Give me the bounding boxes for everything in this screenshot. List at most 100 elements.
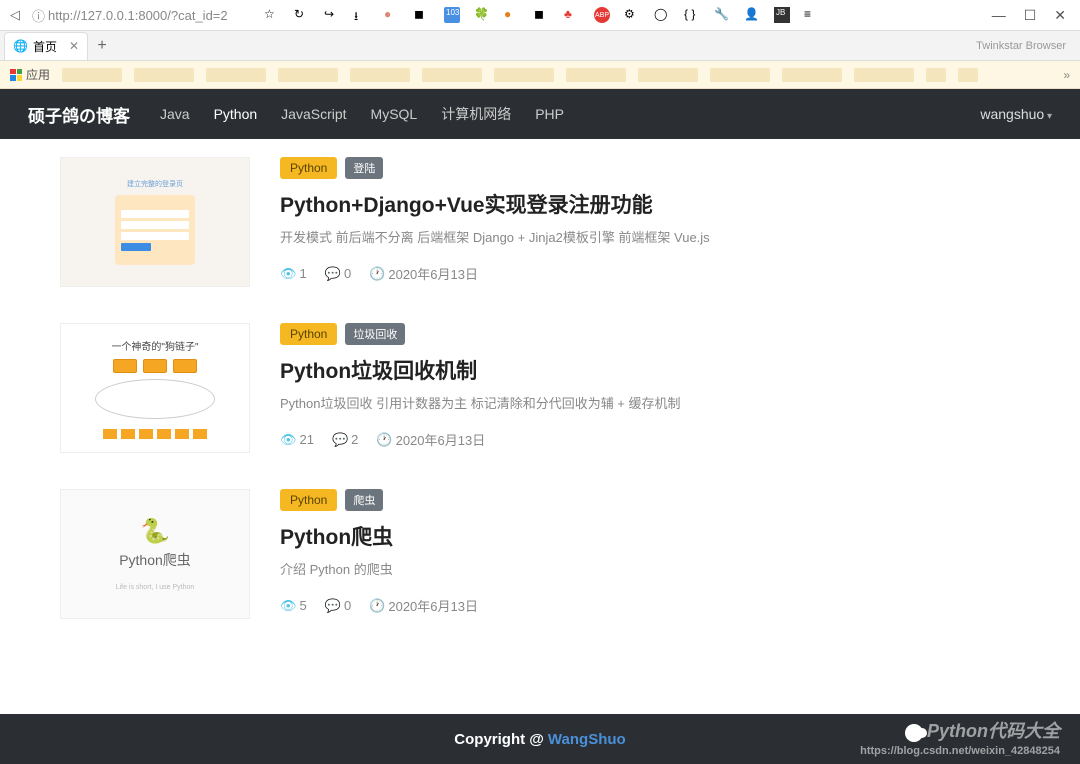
nav-python[interactable]: Python: [202, 106, 270, 122]
views-icon: 👁: [280, 432, 297, 448]
ext-icon[interactable]: JB: [774, 7, 790, 23]
globe-icon: 🌐: [13, 39, 28, 53]
star-icon[interactable]: ☆: [264, 7, 280, 23]
bookmark-item[interactable]: [134, 68, 194, 82]
comments-icon: 💬: [332, 432, 348, 448]
minimize-icon[interactable]: —: [992, 7, 1006, 24]
url-text: http://127.0.0.1:8000/?cat_id=2: [48, 8, 228, 23]
tab-title: 首页: [33, 38, 57, 55]
post-date: 2020年6月13日: [388, 264, 478, 283]
url-bar[interactable]: ⓘ http://127.0.0.1:8000/?cat_id=2: [28, 4, 256, 26]
bookmark-item[interactable]: [350, 68, 410, 82]
site-brand[interactable]: 硕子鸽の博客: [28, 102, 130, 127]
post-meta: 👁21 💬2 🕐2020年6月13日: [280, 430, 1020, 449]
views-count: 5: [300, 598, 307, 613]
ext-icon[interactable]: ●: [384, 7, 400, 23]
browser-toolbar: ◁ ⓘ http://127.0.0.1:8000/?cat_id=2 ☆ ↻ …: [0, 0, 1080, 31]
forward-icon[interactable]: ↪: [324, 7, 340, 23]
ext-icon[interactable]: 🍀: [474, 7, 490, 23]
ext-icon[interactable]: 103: [444, 7, 460, 23]
post-meta: 👁5 💬0 🕐2020年6月13日: [280, 596, 1020, 615]
bookmark-item[interactable]: [62, 68, 122, 82]
bookmark-item[interactable]: [926, 68, 946, 82]
comments-count: 0: [344, 266, 351, 281]
browser-branding: Twinkstar Browser: [976, 40, 1080, 52]
category-tag[interactable]: Python: [280, 323, 337, 345]
bookmark-item[interactable]: [494, 68, 554, 82]
bookmark-item[interactable]: [566, 68, 626, 82]
post-description: 介绍 Python 的爬虫: [280, 559, 1020, 578]
date-icon: 🕐: [369, 598, 385, 614]
maximize-icon[interactable]: ☐: [1024, 7, 1037, 24]
copyright-text: Copyright @: [454, 731, 544, 748]
bookmark-item[interactable]: [422, 68, 482, 82]
post-meta: 👁1 💬0 🕐2020年6月13日: [280, 264, 1020, 283]
download-icon[interactable]: ⭳: [354, 7, 370, 23]
post-title[interactable]: Python+Django+Vue实现登录注册功能: [280, 189, 1020, 219]
post-body: Python 垃圾回收 Python垃圾回收机制 Python垃圾回收 引用计数…: [280, 323, 1020, 453]
bookmark-item[interactable]: [854, 68, 914, 82]
apps-button[interactable]: 应用: [10, 66, 50, 83]
tab-strip: 🌐 首页 ✕ + Twinkstar Browser: [0, 31, 1080, 61]
ext-icon[interactable]: ◯: [654, 7, 670, 23]
post-title[interactable]: Python爬虫: [280, 521, 1020, 551]
bookmark-item[interactable]: [206, 68, 266, 82]
post-item: 🐍 Python爬虫 Life is short, I use Python P…: [0, 471, 1080, 637]
browser-tab[interactable]: 🌐 首页 ✕: [4, 32, 88, 60]
bookmark-item[interactable]: [782, 68, 842, 82]
views-count: 1: [300, 266, 307, 281]
ext-icon[interactable]: ◼: [534, 7, 550, 23]
ext-icon[interactable]: ⚙: [624, 7, 640, 23]
post-thumbnail[interactable]: 🐍 Python爬虫 Life is short, I use Python: [60, 489, 250, 619]
new-tab-button[interactable]: +: [88, 37, 116, 55]
site-footer: Copyright @ WangShuo Python代码大全 https://…: [0, 714, 1080, 764]
post-thumbnail[interactable]: 建立完整的登录页: [60, 157, 250, 287]
menu-icon[interactable]: ≡: [804, 7, 820, 23]
bookmark-item[interactable]: [710, 68, 770, 82]
ext-icon[interactable]: 👤: [744, 7, 760, 23]
bookmarks-overflow-icon[interactable]: »: [1063, 68, 1070, 82]
post-title[interactable]: Python垃圾回收机制: [280, 355, 1020, 385]
nav-mysql[interactable]: MySQL: [359, 106, 430, 122]
adblock-icon[interactable]: ABP: [594, 7, 610, 23]
bookmark-item[interactable]: [638, 68, 698, 82]
post-thumbnail[interactable]: 一个神奇的"狗链子": [60, 323, 250, 453]
python-logo-icon: 🐍: [140, 517, 170, 546]
watermark: Python代码大全 https://blog.csdn.net/weixin_…: [860, 720, 1060, 758]
toolbar-icons: ☆ ↻ ↪ ⭳ ● ◼ 103 🍀 ● ◼ ♣ ABP ⚙ ◯ { } 🔧 👤 …: [260, 7, 824, 23]
ext-icon[interactable]: ◼: [414, 7, 430, 23]
ext-icon[interactable]: 🔧: [714, 7, 730, 23]
tab-close-icon[interactable]: ✕: [69, 39, 79, 53]
refresh-icon[interactable]: ↻: [294, 7, 310, 23]
post-item: 一个神奇的"狗链子" Python 垃圾回收 Python垃圾回收机制 Pyth…: [0, 305, 1080, 471]
sub-tag[interactable]: 爬虫: [345, 489, 383, 511]
bookmark-item[interactable]: [278, 68, 338, 82]
nav-javascript[interactable]: JavaScript: [269, 106, 358, 122]
bookmark-item[interactable]: [958, 68, 978, 82]
ext-icon[interactable]: ●: [504, 7, 520, 23]
nav-php[interactable]: PHP: [523, 106, 576, 122]
nav-network[interactable]: 计算机网络: [429, 104, 523, 124]
close-icon[interactable]: ✕: [1054, 7, 1066, 24]
nav-java[interactable]: Java: [148, 106, 202, 122]
back-icon[interactable]: ◁: [6, 6, 24, 24]
post-body: Python 登陆 Python+Django+Vue实现登录注册功能 开发模式…: [280, 157, 1020, 287]
wechat-icon: [905, 724, 923, 742]
ext-icon[interactable]: ♣: [564, 7, 580, 23]
category-tag[interactable]: Python: [280, 157, 337, 179]
category-tag[interactable]: Python: [280, 489, 337, 511]
site-navbar: 硕子鸽の博客 Java Python JavaScript MySQL 计算机网…: [0, 89, 1080, 139]
user-menu[interactable]: wangshuo: [980, 106, 1052, 122]
bookmarks-bar: 应用 »: [0, 61, 1080, 89]
sub-tag[interactable]: 垃圾回收: [345, 323, 405, 345]
ext-icon[interactable]: { }: [684, 7, 700, 23]
post-item: 建立完整的登录页 Python 登陆 Python+Django+Vue实现登录…: [0, 139, 1080, 305]
views-count: 21: [300, 432, 314, 447]
info-icon: ⓘ: [32, 6, 48, 25]
comments-count: 0: [344, 598, 351, 613]
post-description: 开发模式 前后端不分离 后端框架 Django + Jinja2模板引擎 前端框…: [280, 227, 1020, 246]
footer-author-link[interactable]: WangShuo: [548, 731, 626, 748]
post-date: 2020年6月13日: [396, 430, 486, 449]
views-icon: 👁: [280, 266, 297, 282]
sub-tag[interactable]: 登陆: [345, 157, 383, 179]
